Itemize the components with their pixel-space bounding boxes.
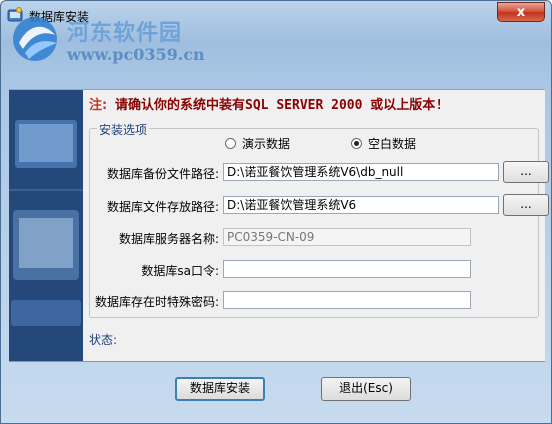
radio-blank-data-circle[interactable] (351, 137, 362, 149)
sa-password-label: 数据库sa口令: (141, 264, 219, 278)
footer-divider (9, 361, 545, 362)
store-path-input[interactable]: D:\诺亚餐饮管理系统V6 (223, 196, 499, 214)
special-password-label: 数据库存在时特殊密码: (94, 295, 219, 309)
radio-demo-data-label: 演示数据 (242, 136, 291, 151)
notice-text: 请确认你的系统中装有SQL SERVER 2000 或以上版本! (115, 98, 444, 113)
store-path-browse-button[interactable]: ... (503, 194, 549, 216)
special-password-input[interactable] (223, 291, 471, 309)
watermark-logo-icon (13, 17, 57, 61)
server-name-input[interactable]: PC0359-CN-09 (223, 228, 471, 246)
backup-path-input[interactable]: D:\诺亚餐饮管理系统V6\db_null (223, 163, 499, 181)
radio-blank-data[interactable]: 空白数据 (351, 135, 416, 151)
server-name-label: 数据库服务器名称: (118, 232, 219, 246)
notice-lead: 注: (89, 98, 108, 113)
radio-blank-data-label: 空白数据 (368, 136, 417, 151)
sa-password-input[interactable] (223, 260, 471, 278)
install-options-label: 安装选项 (97, 121, 150, 138)
backup-path-label: 数据库备份文件路径: (106, 167, 219, 181)
sql-server-notice: 注: 请确认你的系统中装有SQL SERVER 2000 或以上版本! (89, 94, 443, 113)
installer-window: 数据库安装 x 河东软件园 www.pc0359.cn 注: 请确认你的系统中装… (0, 0, 552, 424)
exit-button[interactable]: 退出(Esc) (321, 377, 411, 401)
radio-demo-data[interactable]: 演示数据 (225, 135, 290, 151)
install-options-group (89, 128, 539, 318)
radio-demo-data-circle[interactable] (225, 137, 236, 149)
watermark-title: 河东软件园 (67, 20, 183, 46)
install-database-button[interactable]: 数据库安装 (175, 377, 265, 401)
backup-path-browse-button[interactable]: ... (503, 161, 549, 183)
computer-illustration-icon (9, 90, 83, 362)
close-button[interactable]: x (497, 2, 545, 22)
dialog-body: 注: 请确认你的系统中装有SQL SERVER 2000 或以上版本! 安装选项… (9, 89, 549, 362)
watermark: 河东软件园 www.pc0359.cn (11, 11, 211, 71)
store-path-label: 数据库文件存放路径: (106, 200, 219, 214)
watermark-url: www.pc0359.cn (67, 45, 205, 64)
status-label: 状态: (89, 333, 118, 347)
